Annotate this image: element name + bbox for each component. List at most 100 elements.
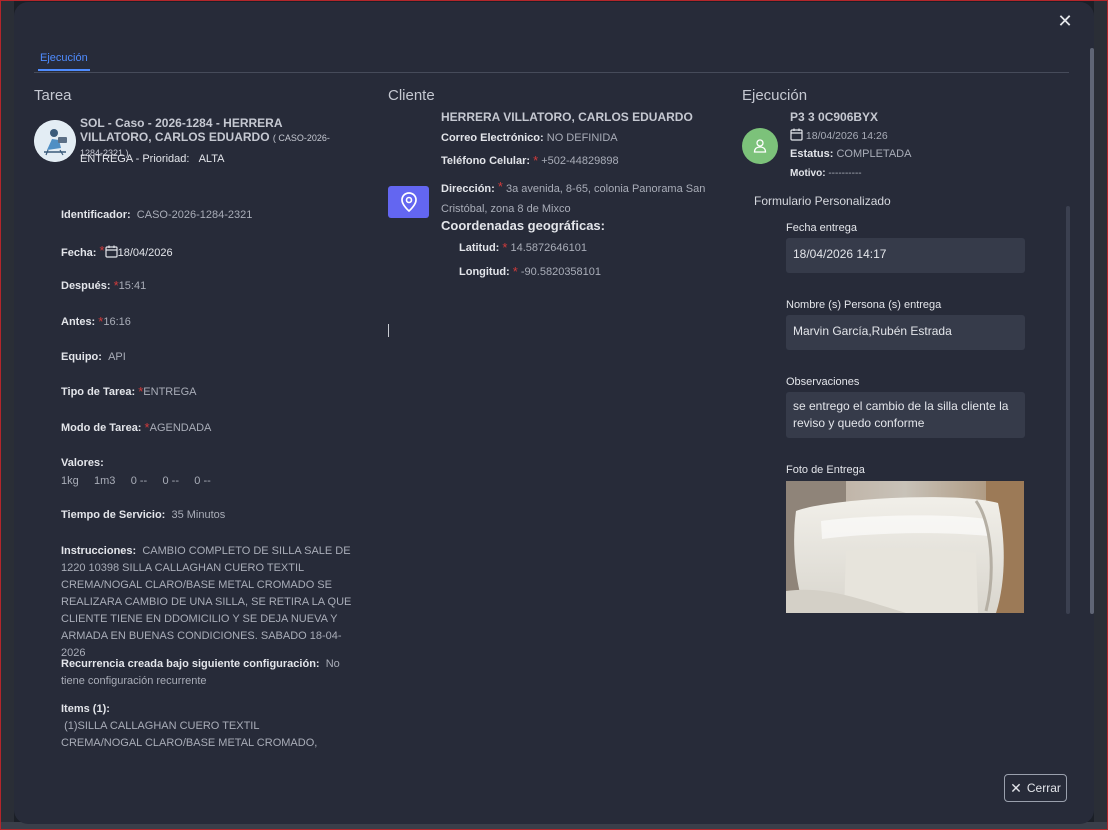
- observaciones-label: Observaciones: [786, 376, 860, 388]
- user-icon: [753, 139, 767, 153]
- field-items: Items (1): (1)SILLA CALLAGHAN CUERO TEXT…: [61, 701, 331, 752]
- location-pin-icon: [400, 192, 417, 212]
- address-label: Dirección:: [441, 183, 495, 195]
- longitude-label: Longitud:: [459, 266, 510, 278]
- email-value: NO DEFINIDA: [546, 132, 618, 144]
- required-mark: *: [144, 420, 150, 435]
- text-cursor: [388, 324, 389, 337]
- delivery-photo[interactable]: [786, 481, 1024, 613]
- status-label: Estatus:: [790, 148, 834, 160]
- antes-label: Antes:: [61, 316, 96, 328]
- nombre-entrega-label: Nombre (s) Persona (s) entrega: [786, 299, 942, 311]
- tab-bar: Ejecución: [34, 50, 1069, 73]
- fecha-entrega-field[interactable]: 18/04/2026 14:17: [786, 238, 1025, 273]
- status-value: COMPLETADA: [836, 148, 912, 160]
- required-mark: *: [512, 264, 518, 279]
- modo-label: Modo de Tarea:: [61, 422, 142, 434]
- cerrar-label: Cerrar: [1026, 781, 1061, 795]
- field-fecha: Fecha: * 18/04/2026: [61, 243, 173, 260]
- fecha-entrega-label: Fecha entrega: [786, 222, 857, 234]
- required-mark: *: [99, 243, 105, 258]
- required-mark: *: [533, 153, 539, 168]
- identificador-value: CASO-2026-1284-2321: [136, 209, 253, 221]
- items-label: Items (1):: [61, 703, 110, 715]
- valores-list: 1kg 1m3 0 -- 0 -- 0 --: [61, 475, 211, 487]
- foto-entrega-label: Foto de Entrega: [786, 464, 865, 476]
- latitude-label: Latitud:: [459, 242, 500, 254]
- longitude-value: -90.5820358101: [520, 266, 602, 278]
- fecha-value: 18/04/2026: [117, 247, 173, 259]
- tiempo-label: Tiempo de Servicio:: [61, 509, 166, 521]
- required-mark: *: [98, 314, 104, 329]
- email-label: Correo Electrónico:: [441, 132, 544, 144]
- despues-value: 15:41: [118, 280, 147, 292]
- calendar-icon: [790, 128, 803, 141]
- custom-form-title: Formulario Personalizado: [754, 194, 891, 208]
- type-priority-label: ENTREGA - Prioridad:: [80, 153, 190, 165]
- field-identificador: Identificador: CASO-2026-1284-2321: [61, 209, 252, 221]
- valor-item: 1m3: [94, 475, 116, 487]
- field-recurrencia: Recurrencia creada bajo siguiente config…: [61, 656, 366, 690]
- priority-value: ALTA: [198, 153, 225, 165]
- tab-ejecucion[interactable]: Ejecución: [38, 50, 90, 71]
- instrucciones-value: CAMBIO COMPLETO DE SILLA SALE DE 1220 10…: [61, 545, 352, 659]
- field-despues: Después: *15:41: [61, 278, 147, 295]
- execution-datetime-value: 18/04/2026 14:26: [805, 130, 888, 142]
- client-address-row: Dirección: * 3a avenida, 8-65, colonia P…: [441, 179, 711, 219]
- vehicle-plate: P3 3 0C906BYX: [790, 110, 879, 124]
- fecha-label: Fecha:: [61, 247, 97, 259]
- location-button[interactable]: [388, 186, 429, 218]
- required-mark: *: [113, 278, 119, 293]
- field-modo-tarea: Modo de Tarea: *AGENDADA: [61, 420, 212, 437]
- field-valores: Valores:: [61, 457, 104, 469]
- ejecucion-section-title: Ejecución: [742, 87, 808, 104]
- identificador-label: Identificador:: [61, 209, 131, 221]
- cerrar-button[interactable]: ✕ Cerrar: [1004, 774, 1067, 802]
- phone-label: Teléfono Celular:: [441, 155, 531, 167]
- valor-item: 1kg: [61, 475, 79, 487]
- valores-label: Valores:: [61, 457, 104, 469]
- task-name-text: SOL - Caso - 2026-1284 - HERRERA VILLATO…: [80, 116, 283, 144]
- phone-value: +502-44829898: [541, 155, 619, 167]
- field-antes: Antes: *16:16: [61, 314, 131, 331]
- execution-status-row: Estatus: COMPLETADA: [790, 148, 911, 160]
- required-mark: *: [502, 240, 508, 255]
- close-icon: ✕: [1010, 779, 1022, 796]
- items-value: (1)SILLA CALLAGHAN CUERO TEXTIL CREMA/NO…: [61, 720, 318, 749]
- modal-scrollbar[interactable]: [1090, 48, 1094, 614]
- geo-coordinates-title: Coordenadas geográficas:: [441, 218, 605, 233]
- latitude-row: Latitud: * 14.5872646101: [459, 240, 587, 257]
- field-tiempo-servicio: Tiempo de Servicio: 35 Minutos: [61, 509, 225, 521]
- modo-value: AGENDADA: [149, 422, 212, 434]
- execution-motivo-row: Motivo: ----------: [790, 168, 862, 179]
- tarea-section-title: Tarea: [34, 87, 72, 104]
- task-detail-modal: ✕ Ejecución Tarea SOL - Caso - 2026-1284…: [14, 2, 1094, 824]
- latitude-value: 14.5872646101: [510, 242, 587, 254]
- motivo-label: Motivo:: [790, 168, 826, 179]
- calendar-icon: [104, 245, 118, 258]
- tiempo-value: 35 Minutos: [171, 509, 226, 521]
- observaciones-field[interactable]: se entrego el cambio de la silla cliente…: [786, 392, 1025, 438]
- recurrencia-label: Recurrencia creada bajo siguiente config…: [61, 658, 320, 670]
- form-scrollbar[interactable]: [1066, 206, 1070, 614]
- executor-avatar: [742, 128, 778, 164]
- longitude-row: Longitud: * -90.5820358101: [459, 264, 602, 281]
- task-type-priority: ENTREGA - Prioridad: ALTA: [80, 153, 224, 165]
- field-instrucciones: Instrucciones: CAMBIO COMPLETO DE SILLA …: [61, 543, 366, 662]
- equipo-label: Equipo:: [61, 351, 102, 363]
- close-icon[interactable]: ✕: [1054, 10, 1076, 32]
- required-mark: *: [497, 179, 503, 194]
- valor-item: 0 --: [194, 475, 211, 487]
- client-phone-row: Teléfono Celular: * +502-44829898: [441, 153, 619, 170]
- cliente-section-title: Cliente: [388, 87, 435, 104]
- required-mark: *: [138, 384, 144, 399]
- tipo-label: Tipo de Tarea:: [61, 386, 136, 398]
- motivo-value: ----------: [828, 168, 862, 179]
- valor-item: 0 --: [162, 475, 180, 487]
- nombre-entrega-field[interactable]: Marvin García,Rubén Estrada: [786, 315, 1025, 350]
- equipo-value: API: [108, 351, 126, 363]
- despues-label: Después:: [61, 280, 111, 292]
- background-right: [1094, 0, 1108, 830]
- client-email-row: Correo Electrónico: NO DEFINIDA: [441, 132, 618, 144]
- field-equipo: Equipo: API: [61, 351, 126, 363]
